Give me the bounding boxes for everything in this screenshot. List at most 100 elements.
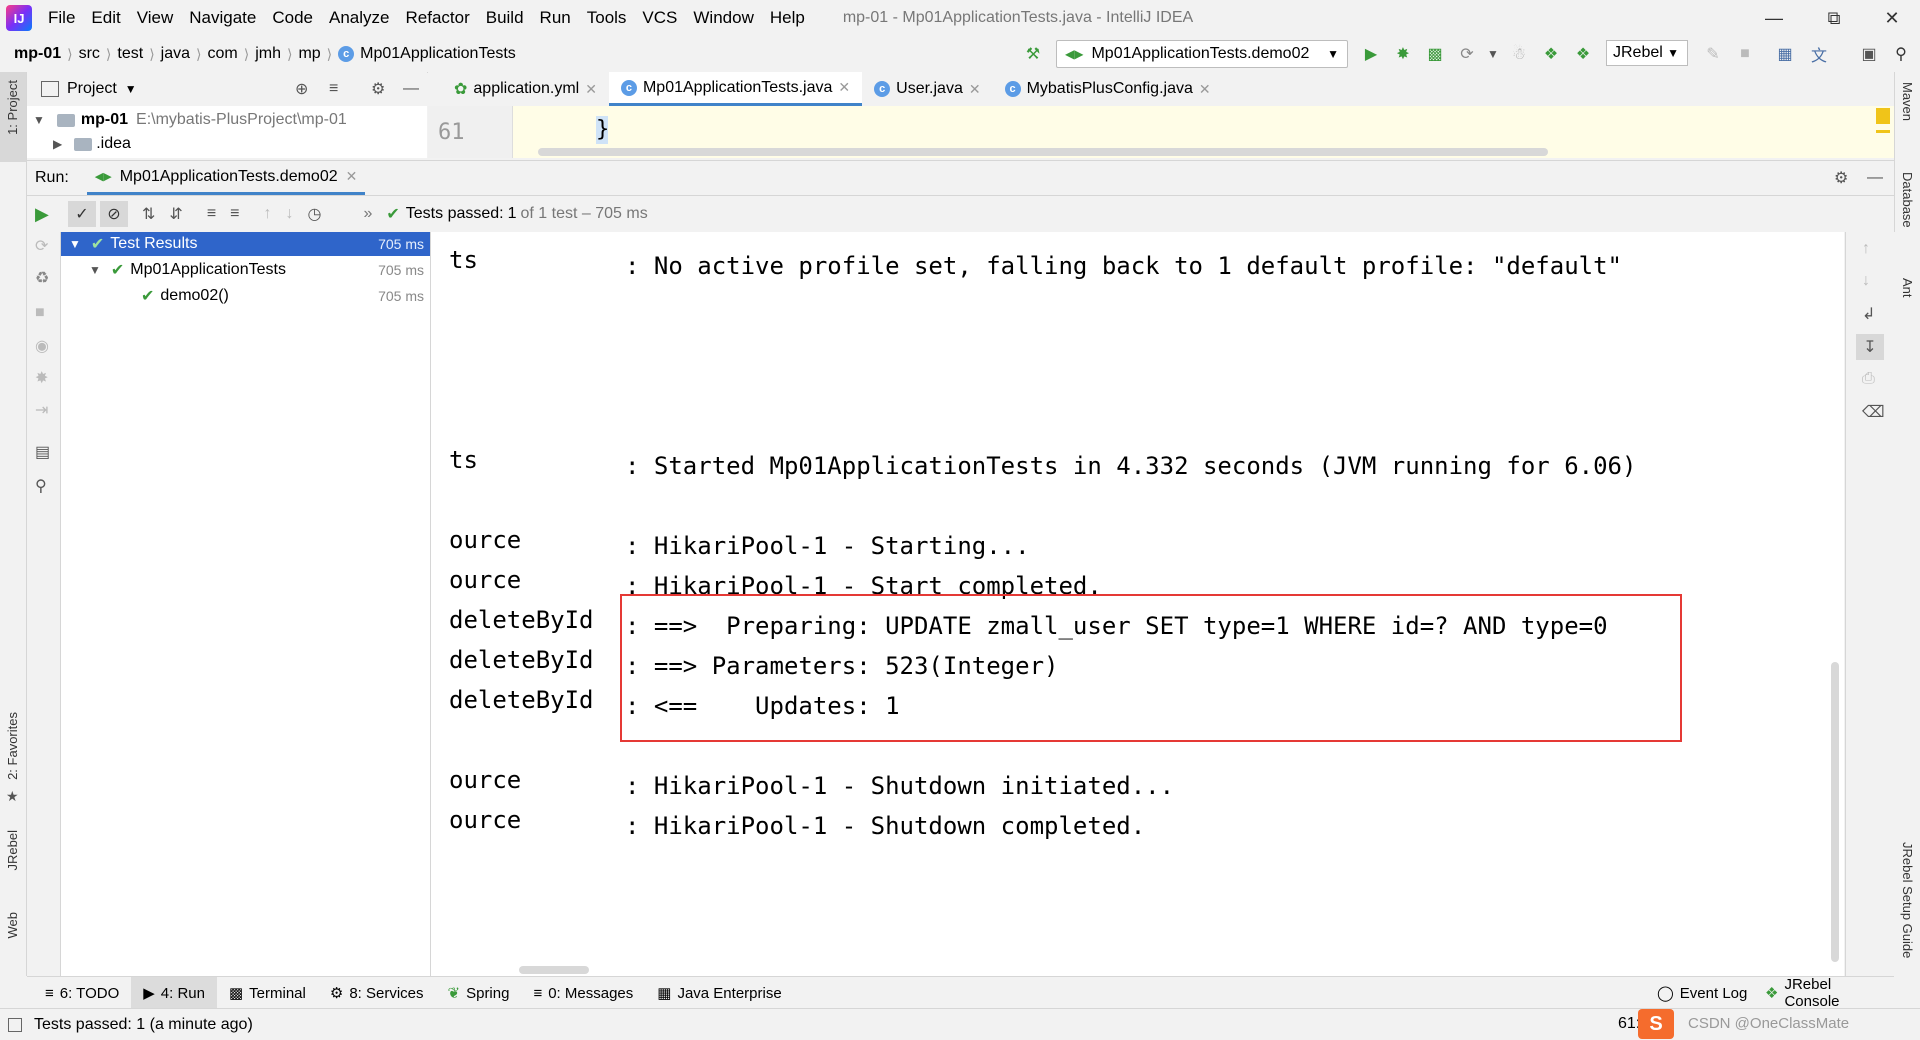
menu-help[interactable]: Help bbox=[762, 8, 813, 28]
rerun-failed-icon[interactable]: ⟳ bbox=[35, 236, 48, 256]
ant-build-icon[interactable]: ☃ bbox=[1506, 41, 1532, 67]
restore-icon[interactable]: ⧉ bbox=[1806, 0, 1862, 36]
gear-icon[interactable]: ⚙ bbox=[371, 79, 385, 99]
run-icon[interactable]: ▶ bbox=[1358, 41, 1384, 67]
tree-row-idea[interactable]: ▶ .idea bbox=[27, 132, 131, 156]
import-tests-icon[interactable]: ⇥ bbox=[35, 400, 48, 420]
build-hammer-icon[interactable]: ⚒ bbox=[1020, 41, 1046, 67]
tab-mp01applicationtests[interactable]: c Mp01ApplicationTests.java ✕ bbox=[608, 72, 863, 106]
menu-run[interactable]: Run bbox=[532, 8, 579, 28]
pin-icon[interactable]: ⚲ bbox=[35, 476, 47, 496]
breadcrumb-project[interactable]: mp-01 bbox=[8, 45, 67, 63]
ant-stripe-label[interactable]: Ant bbox=[1900, 278, 1915, 298]
sogou-ime-icon[interactable]: S bbox=[1638, 1009, 1674, 1039]
chevron-down-icon[interactable]: ▼ bbox=[89, 263, 101, 277]
breadcrumb-com[interactable]: com bbox=[201, 45, 243, 63]
jrebel-setup-guide-label[interactable]: JRebel Setup Guide bbox=[1900, 842, 1915, 958]
coverage-icon[interactable]: ▩ bbox=[1422, 41, 1448, 67]
translate-icon[interactable]: 文 bbox=[1806, 41, 1832, 67]
jrebel-select[interactable]: JRebel ▼ bbox=[1606, 40, 1688, 66]
tab-java-enterprise[interactable]: ▦ Java Enterprise bbox=[645, 977, 793, 1009]
close-icon[interactable]: ✕ bbox=[346, 168, 358, 185]
tool-window-toggle-icon[interactable] bbox=[8, 1017, 22, 1032]
project-structure-icon[interactable]: ▦ bbox=[1772, 41, 1798, 67]
web-stripe-label[interactable]: Web bbox=[5, 912, 20, 939]
close-icon[interactable]: ✕ bbox=[838, 79, 850, 96]
breadcrumb-class[interactable]: Mp01ApplicationTests bbox=[354, 45, 522, 63]
database-stripe-label[interactable]: Database bbox=[1900, 172, 1915, 228]
layout-icon[interactable]: ▤ bbox=[35, 442, 50, 462]
arrow-up-icon[interactable]: ↑ bbox=[1862, 240, 1870, 258]
test-row-method[interactable]: ✔ demo02() 705 ms bbox=[61, 284, 430, 308]
hide-icon[interactable]: — bbox=[1867, 169, 1883, 187]
chevron-down-icon[interactable]: ▼ bbox=[1480, 41, 1506, 67]
menu-view[interactable]: View bbox=[129, 8, 182, 28]
menu-analyze[interactable]: Analyze bbox=[321, 8, 397, 28]
toggle-auto-test-icon[interactable]: ♻ bbox=[35, 268, 49, 288]
search-icon[interactable]: ⚲ bbox=[1888, 41, 1914, 67]
editor-horizontal-scrollbar[interactable] bbox=[538, 148, 1548, 156]
menu-window[interactable]: Window bbox=[685, 8, 761, 28]
stop-icon[interactable]: ■ bbox=[1732, 41, 1758, 67]
project-panel-title[interactable]: Project bbox=[67, 80, 117, 98]
close-icon[interactable]: ✕ bbox=[1199, 81, 1211, 98]
tab-spring[interactable]: ❦ Spring bbox=[436, 977, 522, 1009]
trash-icon[interactable]: ⌫ bbox=[1862, 402, 1885, 422]
jrebel-debug-icon[interactable]: ❖ bbox=[1570, 41, 1596, 67]
tab-services[interactable]: ⚙ 8: Services bbox=[318, 977, 436, 1009]
jrebel-stripe-label[interactable]: JRebel bbox=[5, 830, 20, 870]
console-vertical-scrollbar[interactable] bbox=[1831, 662, 1839, 962]
menu-vcs[interactable]: VCS bbox=[634, 8, 685, 28]
tab-jrebel-console[interactable]: ❖ JRebel Console bbox=[1753, 976, 1894, 1010]
arrow-down-icon[interactable]: ↓ bbox=[1862, 272, 1870, 290]
breadcrumb-mp[interactable]: mp bbox=[292, 45, 326, 63]
sort-duration-icon[interactable]: ⇵ bbox=[169, 204, 182, 224]
jrebel-run-icon[interactable]: ❖ bbox=[1538, 41, 1564, 67]
menu-file[interactable]: File bbox=[40, 8, 83, 28]
menu-edit[interactable]: Edit bbox=[83, 8, 128, 28]
collapse-icon[interactable]: ≡ bbox=[329, 80, 338, 98]
arrow-down-icon[interactable]: ↓ bbox=[286, 205, 294, 223]
warning-marker-icon[interactable] bbox=[1876, 108, 1890, 124]
breadcrumb-test[interactable]: test bbox=[111, 45, 149, 63]
presentation-icon[interactable]: ▣ bbox=[1856, 41, 1882, 67]
breadcrumb-java[interactable]: java bbox=[155, 45, 196, 63]
profile-icon[interactable]: ⟳ bbox=[1454, 41, 1480, 67]
menu-code[interactable]: Code bbox=[264, 8, 321, 28]
caret-position[interactable]: 61: bbox=[1618, 1015, 1640, 1033]
project-stripe-button[interactable]: 1: Project bbox=[0, 72, 26, 162]
stop-icon[interactable]: ■ bbox=[35, 304, 45, 322]
rerun-icon[interactable]: ▶ bbox=[35, 204, 49, 225]
maven-stripe-label[interactable]: Maven bbox=[1900, 82, 1915, 121]
scroll-to-end-icon[interactable]: ↧ bbox=[1856, 334, 1884, 360]
menu-navigate[interactable]: Navigate bbox=[181, 8, 264, 28]
tab-terminal[interactable]: ▩ Terminal bbox=[217, 977, 318, 1009]
chevron-down-icon[interactable]: ▼ bbox=[69, 237, 81, 251]
hide-icon[interactable]: — bbox=[403, 80, 419, 98]
minimize-icon[interactable]: — bbox=[1746, 0, 1802, 36]
close-icon[interactable]: ✕ bbox=[585, 81, 597, 98]
chevron-right-icon[interactable]: ▶ bbox=[53, 137, 62, 151]
show-passed-icon[interactable]: ✓ bbox=[68, 201, 96, 227]
test-row-results[interactable]: ▼ ✔ Test Results 705 ms bbox=[61, 232, 430, 256]
code-editor[interactable]: } bbox=[428, 106, 1894, 158]
tab-event-log[interactable]: ◯ Event Log bbox=[1645, 977, 1759, 1009]
update-icon[interactable]: ✎ bbox=[1700, 41, 1726, 67]
print-icon[interactable]: ⎙ bbox=[1862, 370, 1875, 388]
menu-build[interactable]: Build bbox=[478, 8, 532, 28]
tab-messages[interactable]: ≡ 0: Messages bbox=[521, 977, 645, 1009]
menu-tools[interactable]: Tools bbox=[579, 8, 635, 28]
camera-icon[interactable]: ◉ bbox=[35, 336, 49, 356]
soft-wrap-icon[interactable]: ↲ bbox=[1862, 304, 1875, 324]
tab-user-java[interactable]: c User.java ✕ bbox=[862, 72, 992, 106]
clock-icon[interactable]: ◷ bbox=[308, 204, 322, 224]
run-config-select[interactable]: ◀▶ Mp01ApplicationTests.demo02 ▼ bbox=[1056, 40, 1348, 68]
chevron-down-icon[interactable]: ▼ bbox=[33, 113, 45, 127]
menu-refactor[interactable]: Refactor bbox=[397, 8, 477, 28]
favorites-stripe-label[interactable]: 2: Favorites bbox=[5, 712, 20, 780]
tab-mybatisplusconfig[interactable]: c MybatisPlusConfig.java ✕ bbox=[993, 72, 1223, 106]
gear-icon[interactable]: ⚙ bbox=[1834, 168, 1848, 188]
sort-alpha-icon[interactable]: ⇅ bbox=[142, 204, 155, 224]
collapse-all-icon[interactable]: ≡ bbox=[230, 205, 239, 223]
tab-application-yml[interactable]: ✿ application.yml ✕ bbox=[442, 72, 609, 106]
